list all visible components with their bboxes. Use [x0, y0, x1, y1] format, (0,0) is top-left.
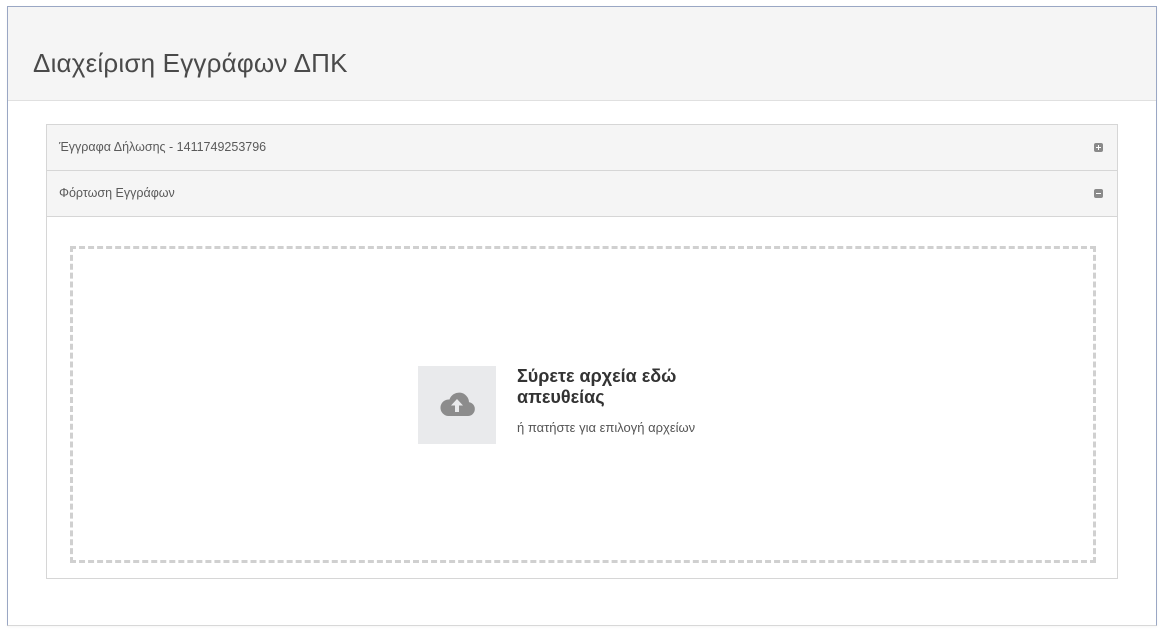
main-window: Διαχείριση Εγγράφων ΔΠΚ Έγγραφα Δήλωσης …: [7, 6, 1157, 626]
dropzone-subtitle: ή πατήστε για επιλογή αρχείων: [517, 420, 696, 435]
accordion-item-label: Φόρτωση Εγγράφων: [59, 186, 175, 200]
accordion-item-label: Έγγραφα Δήλωσης - 1411749253796: [59, 140, 267, 154]
file-dropzone[interactable]: Σύρετε αρχεία εδώ απευθείας ή πατήστε γι…: [70, 246, 1096, 563]
page-header: Διαχείριση Εγγράφων ΔΠΚ: [8, 7, 1156, 101]
accordion-item-declaration-documents[interactable]: Έγγραφα Δήλωσης - 1411749253796: [47, 125, 1117, 171]
accordion-panel: Έγγραφα Δήλωσης - 1411749253796 Φόρτωση …: [46, 124, 1118, 579]
upload-icon-box: [418, 366, 496, 444]
cloud-upload-icon: [440, 392, 475, 416]
dropzone-title: Σύρετε αρχεία εδώ απευθείας: [517, 366, 677, 407]
page-title: Διαχείριση Εγγράφων ΔΠΚ: [33, 48, 348, 78]
minus-square-icon[interactable]: [1094, 189, 1103, 198]
accordion-item-upload-documents[interactable]: Φόρτωση Εγγράφων: [47, 171, 1117, 217]
plus-square-icon[interactable]: [1094, 143, 1103, 152]
